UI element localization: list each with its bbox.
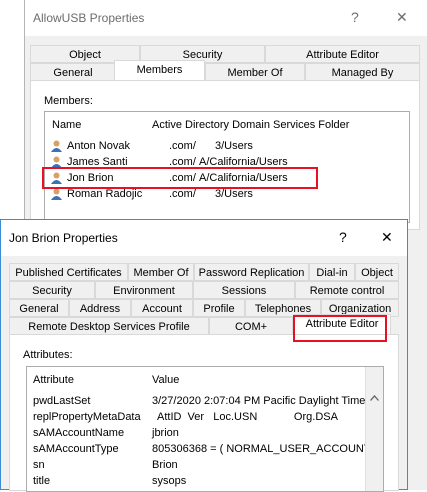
window-title: AllowUSB Properties [33,11,145,25]
attributes-label: Attributes: [23,349,73,361]
tab-attribute-editor[interactable]: Attribute Editor [265,45,420,63]
list-header: Attribute Value [27,372,366,388]
member-domain: .com/ [169,172,196,184]
tab-remote-desktop-services-profile[interactable]: Remote Desktop Services Profile [9,317,209,335]
column-header-folder[interactable]: Active Directory Domain Services Folder [152,117,349,133]
member-name: Roman Radojic [67,188,143,200]
tab-member-of[interactable]: Member Of [128,263,194,281]
tab-published-certificates[interactable]: Published Certificates [9,263,128,281]
attribute-value: Brion [152,459,178,471]
column-header-attribute[interactable]: Attribute [33,372,74,388]
member-folder: 3/Users [215,140,253,152]
attribute-name: sAMAccountType [33,443,119,455]
attribute-value: 3/27/2020 2:07:04 PM Pacific Daylight Ti… [152,395,366,407]
table-row[interactable]: title sysops [27,473,366,489]
member-name: Jon Brion [67,172,114,184]
members-label: Members: [44,95,93,107]
attribute-name: title [33,475,51,487]
members-list[interactable]: Name Active Directory Domain Services Fo… [44,111,410,223]
help-button[interactable]: ? [339,229,347,245]
tab-sessions[interactable]: Sessions [193,281,295,299]
close-button[interactable]: ✕ [396,9,408,26]
tab-environment[interactable]: Environment [95,281,193,299]
user-icon [51,156,62,168]
tab-member-of[interactable]: Member Of [205,63,305,81]
table-row[interactable]: sAMAccountType 805306368 = ( NORMAL_USER… [27,441,366,457]
attribute-name: pwdLastSet [33,395,91,407]
table-row[interactable]: pwdLastSet 3/27/2020 2:07:04 PM Pacific … [27,393,366,409]
list-header: Name Active Directory Domain Services Fo… [45,117,409,133]
tab-password-replication[interactable]: Password Replication [194,263,309,281]
user-icon [51,188,62,200]
attribute-name: replPropertyMetaData [33,411,141,423]
tab-dial-in[interactable]: Dial-in [309,263,355,281]
column-header-name[interactable]: Name [52,117,81,133]
attribute-value: sysops [152,475,187,487]
table-row[interactable]: sn Brion [27,457,366,473]
list-item-selected[interactable]: Jon Brion .com/ A/California/Users [45,170,409,186]
tab-security[interactable]: Security [9,281,95,299]
tab-members[interactable]: Members [114,60,205,80]
list-item[interactable]: Anton Novak .com/ 3/Users [45,138,409,154]
member-domain: .com/ [169,188,196,200]
member-folder: 3/Users [215,188,253,200]
member-name: Anton Novak [67,140,130,152]
tab-object[interactable]: Object [355,263,399,281]
list-item[interactable]: Roman Radojic .com/ 3/Users [45,186,409,202]
tab-general[interactable]: General [30,63,116,81]
tab-general[interactable]: General [9,299,69,317]
attribute-value: jbrion [152,427,179,439]
scroll-up-icon[interactable] [370,395,379,401]
member-name: James Santi [67,156,128,168]
tab-address[interactable]: Address [69,299,131,317]
window-title: Jon Brion Properties [9,231,118,245]
member-domain: .com/ [169,140,196,152]
tab-com-plus[interactable]: COM+ [209,317,293,335]
title-bar: Jon Brion Properties ? ✕ [1,220,407,256]
tab-remote-control[interactable]: Remote control [295,281,399,299]
close-button[interactable]: ✕ [381,229,393,246]
user-icon [51,172,62,184]
help-button[interactable]: ? [351,9,359,25]
attribute-editor-panel: Attributes: Attribute Value pwdLastSet 3… [9,334,399,492]
tab-account[interactable]: Account [131,299,193,317]
member-folder: A/California/Users [199,172,288,184]
attribute-name: sn [33,459,45,471]
attribute-value: 805306368 = ( NORMAL_USER_ACCOUNT [152,443,366,455]
attribute-name: sAMAccountName [33,427,125,439]
attributes-list[interactable]: Attribute Value pwdLastSet 3/27/2020 2:0… [26,366,384,492]
title-bar: AllowUSB Properties ? ✕ [25,0,427,36]
tab-profile[interactable]: Profile [193,299,245,317]
table-row[interactable]: replPropertyMetaData AttID Ver Loc.USN O… [27,409,366,425]
user-icon [51,140,62,152]
column-header-value[interactable]: Value [152,372,179,388]
table-row[interactable]: sAMAccountName jbrion [27,425,366,441]
member-domain: .com/ [169,156,196,168]
members-panel: Members: Name Active Directory Domain Se… [30,80,420,230]
jon-brion-properties-window: Jon Brion Properties ? ✕ Published Certi… [0,219,408,492]
tab-managed-by[interactable]: Managed By [305,63,420,81]
attribute-value: AttID Ver Loc.USN Org.DSA [157,411,338,423]
vertical-scrollbar[interactable] [365,367,383,491]
member-folder: A/California/Users [199,156,288,168]
list-item[interactable]: James Santi .com/ A/California/Users [45,154,409,170]
tab-attribute-editor[interactable]: Attribute Editor [293,314,391,334]
